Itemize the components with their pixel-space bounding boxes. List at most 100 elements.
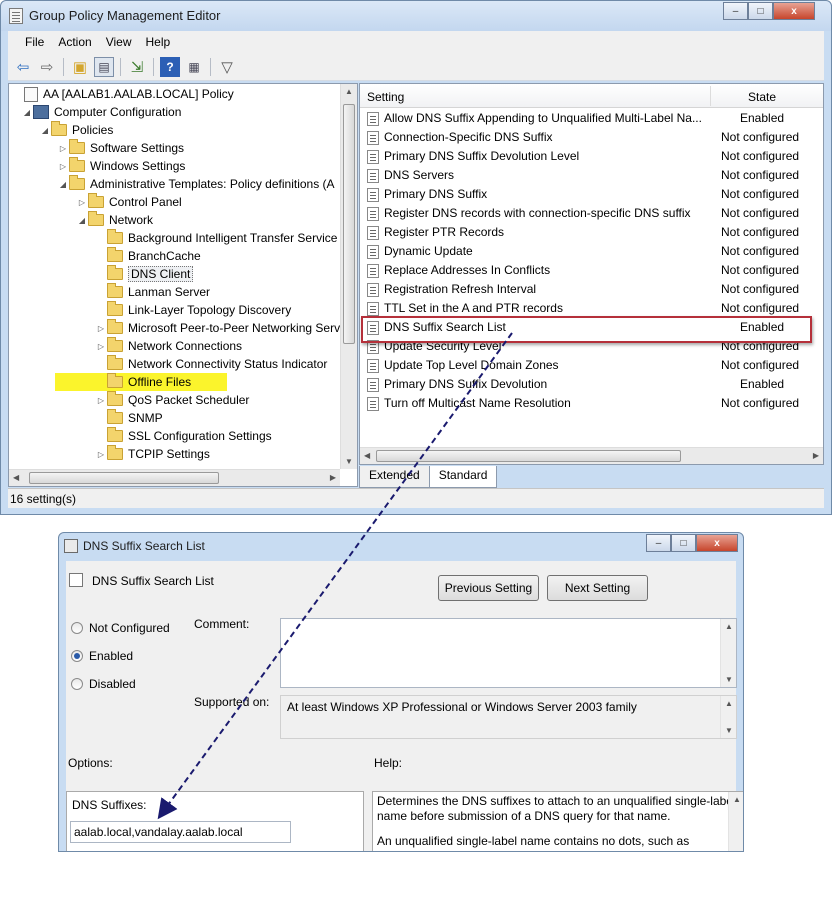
scroll-down-icon[interactable]: ▼ xyxy=(725,675,733,684)
expand-arrow-icon[interactable]: ▷ xyxy=(76,198,88,207)
radio-enabled[interactable]: Enabled xyxy=(71,649,133,663)
expand-arrow-icon[interactable]: ▷ xyxy=(57,162,69,171)
title-bar[interactable]: Group Policy Management Editor – □ x xyxy=(1,1,831,31)
expand-arrow-icon[interactable]: ◢ xyxy=(76,216,88,225)
tree-item[interactable]: ◢ Administrative Templates: Policy defini… xyxy=(57,175,335,193)
show-hide-tree-icon[interactable]: ▤ xyxy=(94,56,114,77)
scroll-right-icon[interactable]: ▶ xyxy=(813,451,819,460)
scroll-up-icon[interactable]: ▲ xyxy=(345,87,353,96)
tree-item[interactable]: BranchCache xyxy=(95,247,201,265)
scroll-left-icon[interactable]: ◀ xyxy=(364,451,370,460)
setting-row[interactable]: Turn off Multicast Name Resolution Not co… xyxy=(360,394,823,413)
tree-item[interactable]: Offline Files xyxy=(95,373,191,391)
tree-item[interactable]: Lanman Server xyxy=(95,283,210,301)
scroll-up-icon[interactable]: ▲ xyxy=(725,699,733,708)
properties-icon[interactable]: ▦ xyxy=(184,57,204,77)
scroll-left-icon[interactable]: ◀ xyxy=(13,473,19,482)
list-horizontal-scroll-thumb[interactable] xyxy=(376,450,681,462)
dns-suffixes-input[interactable]: aalab.local,vandalay.aalab.local xyxy=(70,821,291,843)
expand-arrow-icon[interactable]: ▷ xyxy=(95,396,107,405)
tree-item[interactable]: ▷ Microsoft Peer-to-Peer Networking Serv xyxy=(95,319,340,337)
scroll-up-icon[interactable]: ▲ xyxy=(733,795,741,804)
filter-icon[interactable]: ▽ xyxy=(217,57,237,77)
comment-field[interactable]: ▲ ▼ xyxy=(280,618,737,688)
dialog-close-button[interactable]: x xyxy=(696,534,738,552)
tree-horizontal-scrollbar[interactable]: ◀ ▶ xyxy=(9,469,340,486)
tree-item[interactable]: SSL Configuration Settings xyxy=(95,427,272,445)
up-folder-icon[interactable]: ▣ xyxy=(70,57,90,77)
column-setting[interactable]: Setting xyxy=(367,90,404,104)
back-arrow-icon[interactable]: ⇦ xyxy=(13,57,33,77)
column-state[interactable]: State xyxy=(748,90,776,104)
setting-row[interactable]: Connection-Specific DNS Suffix Not config… xyxy=(360,128,823,147)
setting-row[interactable]: Replace Addresses In Conflicts Not config… xyxy=(360,261,823,280)
previous-setting-button[interactable]: Previous Setting xyxy=(438,575,539,601)
setting-row[interactable]: Register DNS records with connection-spe… xyxy=(360,204,823,223)
tree-item[interactable]: Network Connectivity Status Indicator xyxy=(95,355,327,373)
tree-item[interactable]: ▷ Software Settings xyxy=(57,139,184,157)
radio-enabled-dot[interactable] xyxy=(71,650,83,662)
scroll-up-icon[interactable]: ▲ xyxy=(725,622,733,631)
expand-arrow-icon[interactable]: ◢ xyxy=(39,126,51,135)
expand-arrow-icon[interactable]: ▷ xyxy=(57,144,69,153)
expand-arrow-icon[interactable]: ◢ xyxy=(21,108,33,117)
tree-horizontal-scroll-thumb[interactable] xyxy=(29,472,219,484)
tree-item[interactable]: DNS Client xyxy=(95,265,194,283)
expand-arrow-icon[interactable]: ▷ xyxy=(95,324,107,333)
setting-row[interactable]: Update Top Level Domain Zones Not configu… xyxy=(360,356,823,375)
menu-view[interactable]: View xyxy=(99,35,139,49)
tree-item[interactable]: Link-Layer Topology Discovery xyxy=(95,301,291,319)
setting-row[interactable]: Registration Refresh Interval Not configu… xyxy=(360,280,823,299)
scroll-down-icon[interactable]: ▼ xyxy=(725,726,733,735)
tree-item[interactable]: ◢ Network xyxy=(76,211,153,229)
scroll-right-icon[interactable]: ▶ xyxy=(330,473,336,482)
radio-disabled-dot[interactable] xyxy=(71,678,83,690)
close-button[interactable]: x xyxy=(773,2,815,20)
setting-row[interactable]: Allow DNS Suffix Appending to Unqualifie… xyxy=(360,109,823,128)
maximize-button[interactable]: □ xyxy=(748,2,773,20)
menu-action[interactable]: Action xyxy=(51,35,98,49)
export-list-icon[interactable]: ⇲ xyxy=(127,57,147,77)
comment-scrollbar[interactable]: ▲ ▼ xyxy=(720,619,736,687)
tab-standard[interactable]: Standard xyxy=(428,466,498,488)
tree-item[interactable]: ◢ Policies xyxy=(39,121,113,139)
forward-arrow-icon[interactable]: ⇨ xyxy=(37,57,57,77)
tree-item[interactable]: ▷ TCPIP Settings xyxy=(95,445,210,463)
next-setting-button[interactable]: Next Setting xyxy=(547,575,648,601)
tree-vertical-scroll-thumb[interactable] xyxy=(343,104,355,344)
setting-row[interactable]: DNS Servers Not configured xyxy=(360,166,823,185)
help-icon[interactable]: ? xyxy=(160,56,180,77)
list-horizontal-scrollbar[interactable]: ◀ ▶ xyxy=(360,447,823,464)
scroll-down-icon[interactable]: ▼ xyxy=(345,457,353,466)
tree-vertical-scrollbar[interactable]: ▲ ▼ xyxy=(340,84,357,469)
setting-row[interactable]: Dynamic Update Not configured xyxy=(360,242,823,261)
setting-row[interactable]: Primary DNS Suffix Not configured xyxy=(360,185,823,204)
tree-item[interactable]: ▷ Network Connections xyxy=(95,337,242,355)
radio-not-configured-dot[interactable] xyxy=(71,622,83,634)
setting-row[interactable]: Register PTR Records Not configured xyxy=(360,223,823,242)
expand-arrow-icon[interactable]: ▷ xyxy=(95,342,107,351)
tree-item[interactable]: ◢ Computer Configuration xyxy=(21,103,181,121)
dialog-minimize-button[interactable]: – xyxy=(646,534,671,552)
tab-extended[interactable]: Extended xyxy=(359,466,430,488)
tree-item[interactable]: AA [AALAB1.AALAB.LOCAL] Policy xyxy=(12,85,234,103)
help-scrollbar[interactable]: ▲ xyxy=(728,792,743,851)
menu-file[interactable]: File xyxy=(18,35,51,49)
minimize-button[interactable]: – xyxy=(723,2,748,20)
console-tree[interactable]: AA [AALAB1.AALAB.LOCAL] Policy ◢ Computer … xyxy=(8,83,358,487)
menu-help[interactable]: Help xyxy=(139,35,178,49)
dialog-maximize-button[interactable]: □ xyxy=(671,534,696,552)
tree-item[interactable]: ▷ QoS Packet Scheduler xyxy=(95,391,249,409)
supported-on-scrollbar[interactable]: ▲ ▼ xyxy=(720,696,736,738)
expand-arrow-icon[interactable]: ◢ xyxy=(57,180,69,189)
tree-item[interactable]: ▷ Control Panel xyxy=(76,193,182,211)
radio-not-configured[interactable]: Not Configured xyxy=(71,621,170,635)
tree-item[interactable]: ▷ Windows Settings xyxy=(57,157,185,175)
setting-row[interactable]: Primary DNS Suffix Devolution Level Not c… xyxy=(360,147,823,166)
tree-item[interactable]: Background Intelligent Transfer Service xyxy=(95,229,337,247)
tree-item[interactable]: SNMP xyxy=(95,409,163,427)
radio-disabled[interactable]: Disabled xyxy=(71,677,136,691)
expand-arrow-icon[interactable]: ▷ xyxy=(95,450,107,459)
settings-list[interactable]: Setting State Allow DNS Suffix Appending… xyxy=(359,83,824,465)
setting-row[interactable]: Primary DNS Suffix Devolution Enabled xyxy=(360,375,823,394)
